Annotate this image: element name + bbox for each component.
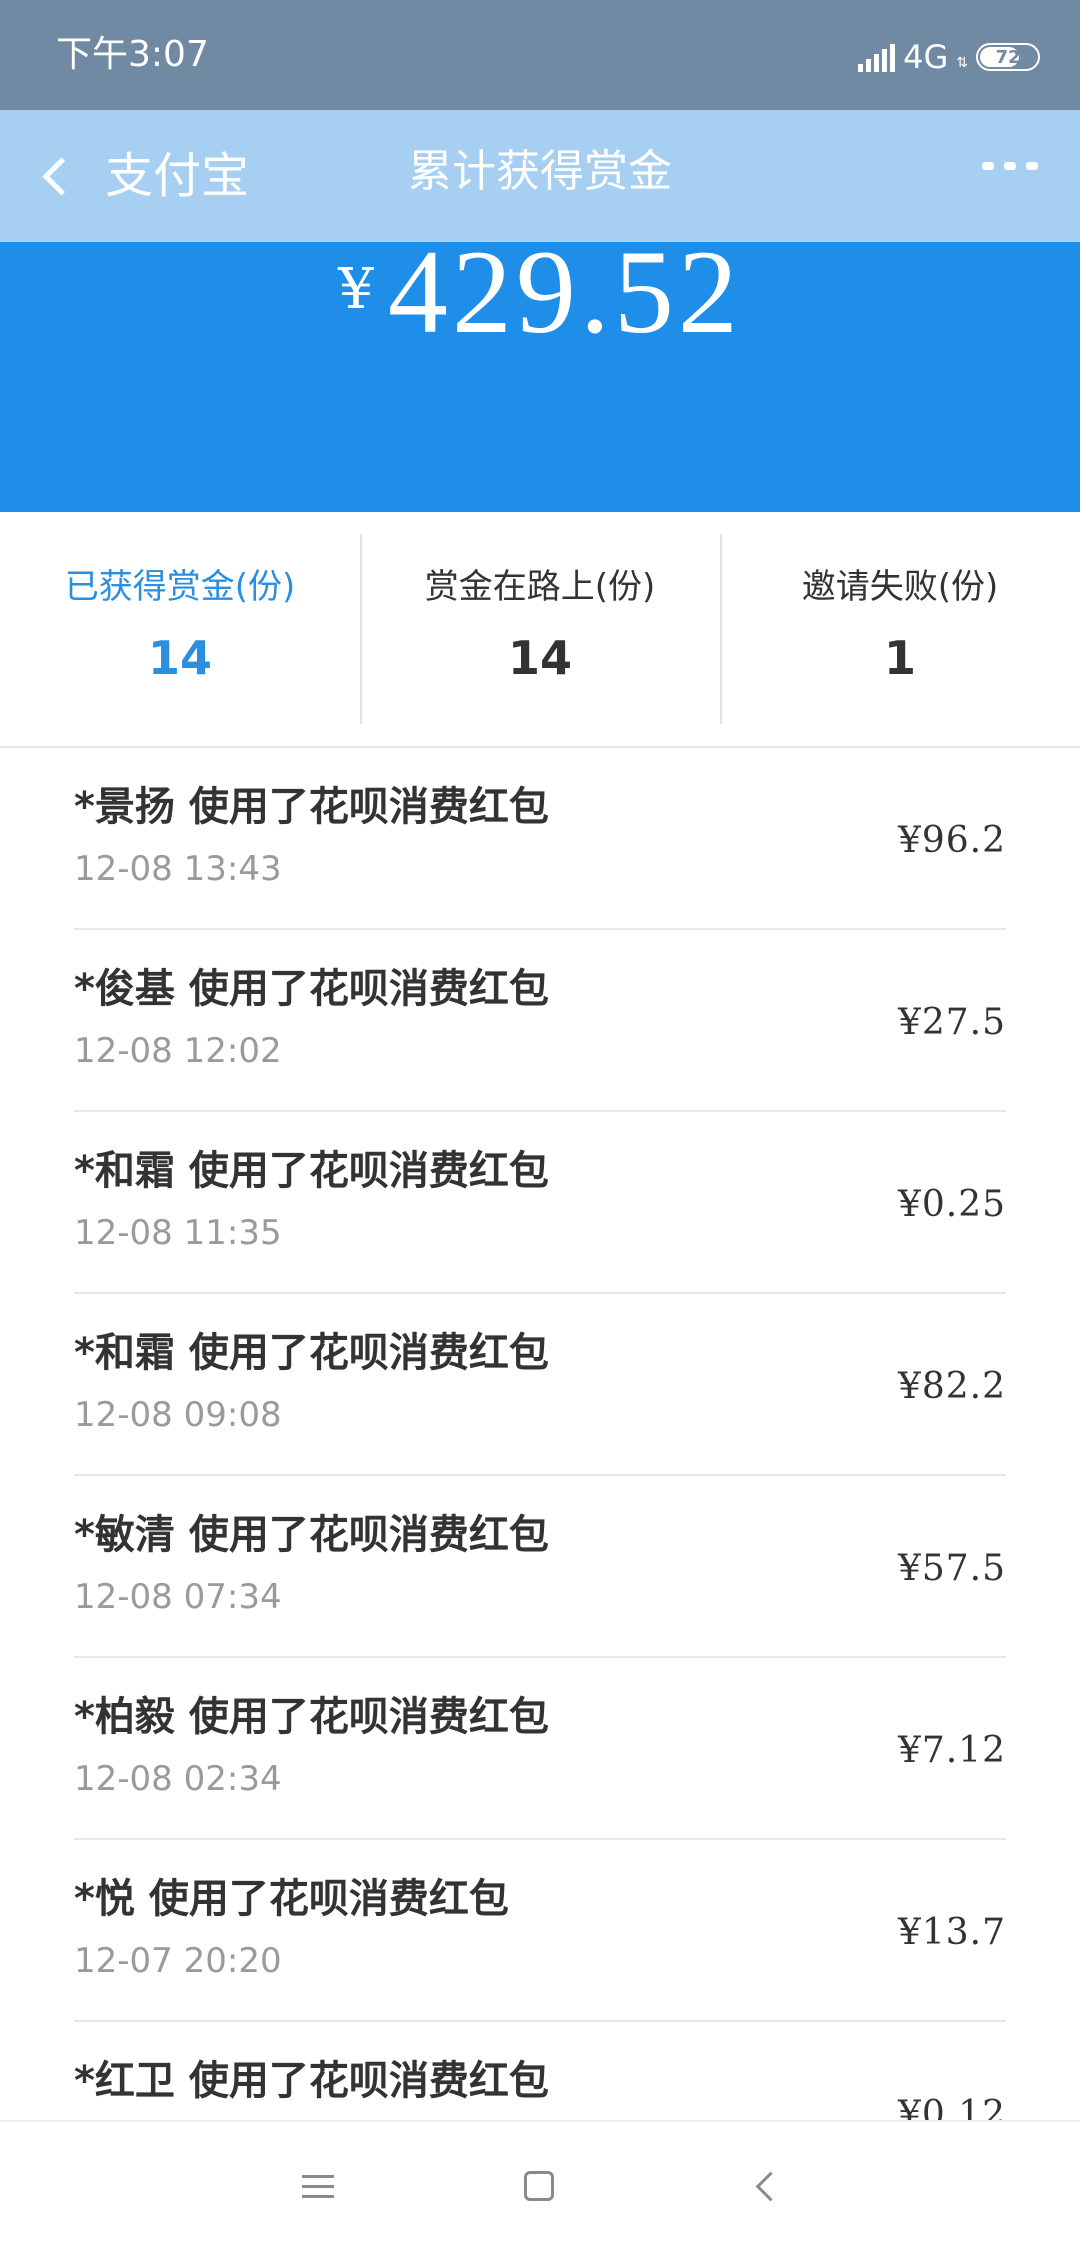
record-amount: ¥96.2 (897, 820, 1006, 861)
record-title: *和霜 使用了花呗消费红包 (74, 1148, 549, 1194)
battery-level: 72 (995, 46, 1021, 68)
list-item[interactable]: *和霜 使用了花呗消费红包 12-08 09:08 ¥82.2 (74, 1294, 1006, 1476)
record-title: *敏清 使用了花呗消费红包 (74, 1512, 549, 1558)
system-navigation-bar (0, 2120, 1080, 2248)
signal-icon (858, 42, 896, 72)
more-options-button[interactable] (982, 162, 1038, 170)
bounty-records-list[interactable]: *景扬 使用了花呗消费红包 12-08 13:43 ¥96.2 *俊基 使用了花… (0, 748, 1080, 2120)
record-amount: ¥0.12 (897, 2094, 1006, 2120)
record-amount: ¥27.5 (897, 1002, 1006, 1043)
record-amount: ¥82.2 (897, 1366, 1006, 1407)
list-item[interactable]: *和霜 使用了花呗消费红包 12-08 11:35 ¥0.25 (74, 1112, 1006, 1294)
stat-label: 赏金在路上(份) (424, 567, 656, 607)
record-title: *红卫 使用了花呗消费红包 (74, 2058, 549, 2104)
status-bar: 下午3:07 4G ⇅ 72 (0, 0, 1080, 110)
back-icon[interactable] (738, 2162, 798, 2212)
total-bounty-amount: ¥429.52 (0, 232, 1080, 352)
list-item[interactable]: *悦 使用了花呗消费红包 12-07 20:20 ¥13.7 (74, 1840, 1006, 2022)
data-activity-icon: ⇅ (956, 55, 968, 71)
list-item[interactable]: *柏毅 使用了花呗消费红包 12-08 02:34 ¥7.12 (74, 1658, 1006, 1840)
stat-earned[interactable]: 已获得赏金(份) 14 (0, 512, 360, 746)
record-amount: ¥57.5 (897, 1548, 1006, 1589)
record-amount: ¥13.7 (897, 1912, 1006, 1953)
bounty-stats: 已获得赏金(份) 14 赏金在路上(份) 14 邀请失败(份) 1 (0, 512, 1080, 748)
page-title: 累计获得赏金 (408, 146, 672, 197)
list-item[interactable]: *俊基 使用了花呗消费红包 12-08 12:02 ¥27.5 (74, 930, 1006, 1112)
record-amount: ¥7.12 (897, 1730, 1006, 1771)
record-time: 12-08 07:34 (74, 1577, 282, 1617)
stat-label: 邀请失败(份) (801, 567, 999, 607)
total-bounty-banner: ¥429.52 (0, 232, 1080, 512)
stat-pending[interactable]: 赏金在路上(份) 14 (360, 512, 720, 746)
battery-icon: 72 (976, 43, 1040, 71)
menu-icon[interactable] (288, 2162, 348, 2212)
stat-label: 已获得赏金(份) (64, 567, 296, 607)
status-indicators: 4G ⇅ 72 (858, 40, 1040, 74)
back-button[interactable]: 支付宝 (36, 144, 249, 208)
record-title: *悦 使用了花呗消费红包 (74, 1876, 509, 1922)
list-item[interactable]: *景扬 使用了花呗消费红包 12-08 13:43 ¥96.2 (74, 748, 1006, 930)
home-icon[interactable] (510, 2162, 570, 2212)
record-time: 12-08 02:34 (74, 1759, 282, 1799)
record-amount: ¥0.25 (897, 1184, 1006, 1225)
currency-symbol: ¥ (338, 257, 374, 322)
chevron-left-icon (42, 156, 81, 196)
navigation-bar: 支付宝 累计获得赏金 (0, 110, 1080, 242)
stat-count: 14 (147, 631, 212, 685)
record-time: 12-08 13:43 (74, 849, 282, 889)
stat-count: 1 (883, 631, 916, 685)
list-item[interactable]: *红卫 使用了花呗消费红包 ¥0.12 (74, 2022, 1006, 2120)
record-time: 12-08 09:08 (74, 1395, 282, 1435)
record-time: 12-08 12:02 (74, 1031, 282, 1071)
list-item[interactable]: *敏清 使用了花呗消费红包 12-08 07:34 ¥57.5 (74, 1476, 1006, 1658)
record-title: *柏毅 使用了花呗消费红包 (74, 1694, 549, 1740)
status-time: 下午3:07 (56, 34, 209, 75)
more-dots-icon (982, 162, 994, 170)
record-title: *景扬 使用了花呗消费红包 (74, 784, 549, 830)
record-title: *和霜 使用了花呗消费红包 (74, 1330, 549, 1376)
network-label: 4G (903, 38, 949, 76)
record-time: 12-08 11:35 (74, 1213, 282, 1253)
record-time: 12-07 20:20 (74, 1941, 282, 1981)
stat-failed[interactable]: 邀请失败(份) 1 (720, 512, 1080, 746)
back-label: 支付宝 (105, 148, 250, 204)
total-amount-value: 429.52 (387, 225, 742, 358)
stat-count: 14 (507, 631, 572, 685)
record-title: *俊基 使用了花呗消费红包 (74, 966, 549, 1012)
